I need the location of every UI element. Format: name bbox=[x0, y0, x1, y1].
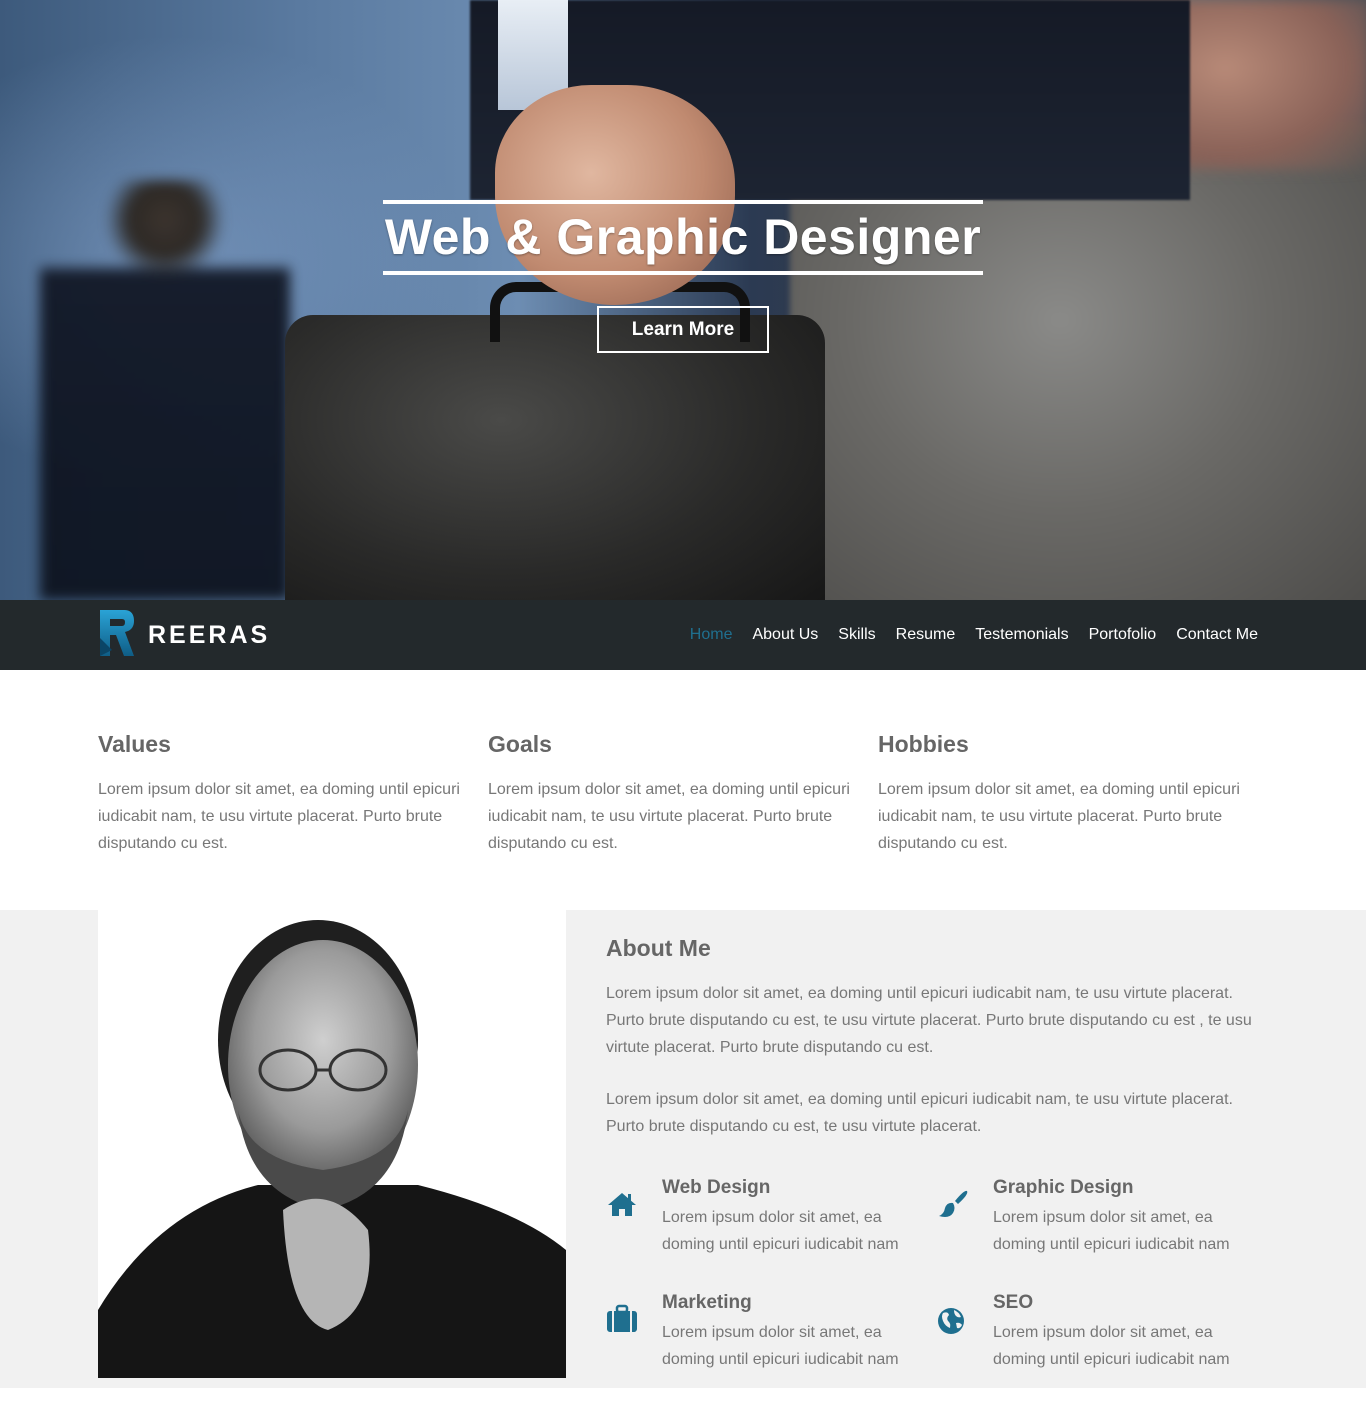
nav-item-home[interactable]: Home bbox=[690, 626, 733, 644]
nav-item-testemonials[interactable]: Testemonials bbox=[975, 626, 1068, 644]
values-text: Lorem ipsum dolor sit amet, ea doming un… bbox=[98, 781, 460, 852]
feature-title: Web Design bbox=[662, 1177, 771, 1198]
about-paragraph-1: Lorem ipsum dolor sit amet, ea doming un… bbox=[606, 985, 1252, 1056]
home-icon bbox=[608, 1193, 636, 1216]
hero-section: Web & Graphic Designer Learn More bbox=[0, 0, 1366, 600]
goals-text: Lorem ipsum dolor sit amet, ea doming un… bbox=[488, 781, 850, 852]
learn-more-button[interactable]: Learn More bbox=[597, 306, 769, 353]
feature-text: Lorem ipsum dolor sit amet, ea doming un… bbox=[993, 1324, 1230, 1368]
goals-column: Goals Lorem ipsum dolor sit amet, ea dom… bbox=[488, 728, 858, 857]
nav-item-portofolio[interactable]: Portofolio bbox=[1089, 626, 1157, 644]
hobbies-heading: Hobbies bbox=[878, 731, 969, 757]
nav-item-resume[interactable]: Resume bbox=[896, 626, 956, 644]
nav-item-about-us[interactable]: About Us bbox=[752, 626, 818, 644]
main-navbar: REERAS Home About Us Skills Resume Teste… bbox=[0, 600, 1366, 670]
nav-menu: Home About Us Skills Resume Testemonials… bbox=[670, 600, 1258, 670]
brand-name[interactable]: REERAS bbox=[148, 620, 270, 650]
hero-title-frame: Web & Graphic Designer bbox=[383, 200, 983, 275]
globe-icon bbox=[938, 1308, 964, 1334]
about-content: About Me Lorem ipsum dolor sit amet, ea … bbox=[606, 932, 1266, 1140]
hobbies-column: Hobbies Lorem ipsum dolor sit amet, ea d… bbox=[878, 728, 1248, 857]
feature-title: SEO bbox=[993, 1292, 1034, 1313]
values-heading: Values bbox=[98, 731, 171, 757]
reeras-logo-icon[interactable] bbox=[98, 608, 136, 658]
hero-title: Web & Graphic Designer bbox=[384, 209, 982, 265]
about-paragraph-2: Lorem ipsum dolor sit amet, ea doming un… bbox=[606, 1091, 1233, 1135]
page-bottom-spacer bbox=[0, 1388, 1366, 1422]
nav-item-skills[interactable]: Skills bbox=[838, 626, 875, 644]
profile-photo bbox=[98, 910, 566, 1378]
feature-text: Lorem ipsum dolor sit amet, ea doming un… bbox=[993, 1209, 1230, 1253]
hero-briefcase bbox=[285, 315, 825, 600]
feature-title: Graphic Design bbox=[993, 1177, 1134, 1198]
about-heading: About Me bbox=[606, 935, 711, 961]
hero-background-person bbox=[40, 180, 290, 600]
profile-portrait-illustration bbox=[98, 910, 566, 1378]
goals-heading: Goals bbox=[488, 731, 552, 757]
paintbrush-icon bbox=[939, 1190, 968, 1217]
about-section: About Me Lorem ipsum dolor sit amet, ea … bbox=[0, 910, 1366, 1388]
feature-text: Lorem ipsum dolor sit amet, ea doming un… bbox=[662, 1324, 899, 1368]
values-column: Values Lorem ipsum dolor sit amet, ea do… bbox=[98, 728, 468, 857]
briefcase-icon bbox=[607, 1304, 637, 1332]
hobbies-text: Lorem ipsum dolor sit amet, ea doming un… bbox=[878, 781, 1240, 852]
feature-text: Lorem ipsum dolor sit amet, ea doming un… bbox=[662, 1209, 899, 1253]
feature-title: Marketing bbox=[662, 1292, 752, 1313]
nav-item-contact-me[interactable]: Contact Me bbox=[1176, 626, 1258, 644]
